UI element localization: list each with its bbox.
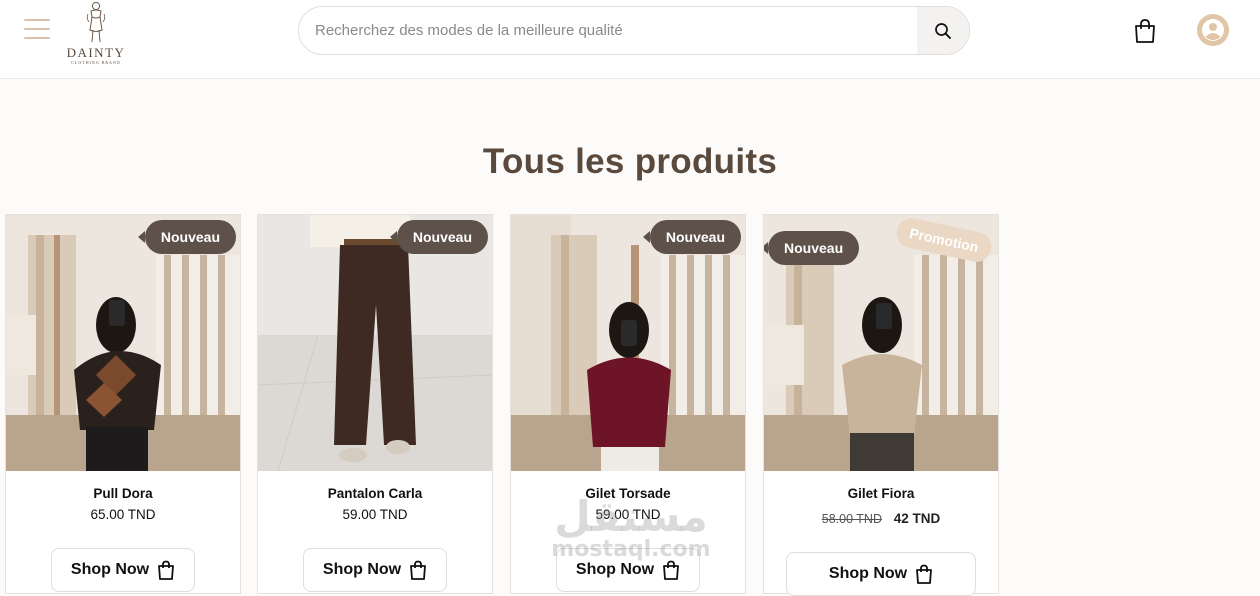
product-image[interactable]: Nouveau Promotion xyxy=(764,215,998,471)
user-account-button[interactable] xyxy=(1197,14,1229,46)
new-badge: Nouveau xyxy=(642,220,741,254)
shop-now-label: Shop Now xyxy=(828,565,908,582)
product-card[interactable]: Nouveau Promotion Gilet Fiora 58.00 TND … xyxy=(763,214,999,596)
brand-logo[interactable]: DAINTY CLOTHING BRAND xyxy=(58,0,134,70)
old-price: 58.00 TND xyxy=(821,512,882,526)
product-card[interactable]: Nouveau Gilet Torsade 59.00 TND Shop Now xyxy=(510,214,746,594)
site-header: DAINTY CLOTHING BRAND xyxy=(0,0,1260,79)
shopping-bag-icon xyxy=(410,560,427,580)
product-name[interactable]: Gilet Torsade xyxy=(511,486,745,501)
shop-now-button[interactable]: Shop Now xyxy=(786,552,976,596)
product-image[interactable]: Nouveau xyxy=(258,215,492,471)
shopping-bag-icon xyxy=(916,564,933,584)
product-image[interactable]: Nouveau xyxy=(511,215,745,471)
search-input[interactable] xyxy=(315,7,905,54)
search-button[interactable] xyxy=(917,7,969,54)
product-price: 65.00 TND xyxy=(90,507,156,522)
product-price: 59.00 TND xyxy=(595,507,661,522)
shop-now-label: Shop Now xyxy=(322,561,402,578)
brand-name: DAINTY xyxy=(66,45,126,60)
shopping-bag-icon xyxy=(1135,19,1155,43)
product-image[interactable]: Nouveau xyxy=(6,215,240,471)
shop-now-button[interactable]: Shop Now xyxy=(556,548,700,592)
shopping-bag-icon xyxy=(663,560,680,580)
product-card[interactable]: Nouveau Pantalon Carla 59.00 TND Shop No… xyxy=(257,214,493,594)
product-price: 59.00 TND xyxy=(342,507,408,522)
user-circle-icon xyxy=(1202,19,1224,41)
shop-now-label: Shop Now xyxy=(575,561,655,578)
new-badge: Nouveau xyxy=(137,220,236,254)
product-name[interactable]: Gilet Fiora xyxy=(764,486,998,501)
new-badge: Nouveau xyxy=(389,220,488,254)
search-bar xyxy=(298,6,970,55)
shop-now-label: Shop Now xyxy=(70,561,150,578)
shopping-bag-icon xyxy=(158,560,175,580)
product-price: 58.00 TND 42 TND xyxy=(764,511,998,526)
product-name[interactable]: Pantalon Carla xyxy=(258,486,492,501)
logo-figure-icon xyxy=(86,1,106,43)
cart-button[interactable] xyxy=(1133,18,1157,44)
shop-now-button[interactable]: Shop Now xyxy=(51,548,195,592)
brand-tagline: CLOTHING BRAND xyxy=(71,60,121,65)
search-icon xyxy=(935,22,951,39)
product-card[interactable]: Nouveau Pull Dora 65.00 TND Shop Now xyxy=(5,214,241,594)
product-name[interactable]: Pull Dora xyxy=(6,486,240,501)
sale-price: 42 TND xyxy=(893,511,941,526)
shop-now-button[interactable]: Shop Now xyxy=(303,548,447,592)
hamburger-menu-icon[interactable] xyxy=(24,19,50,41)
page-title: Tous les produits xyxy=(482,142,778,181)
new-badge: Nouveau xyxy=(764,231,860,265)
